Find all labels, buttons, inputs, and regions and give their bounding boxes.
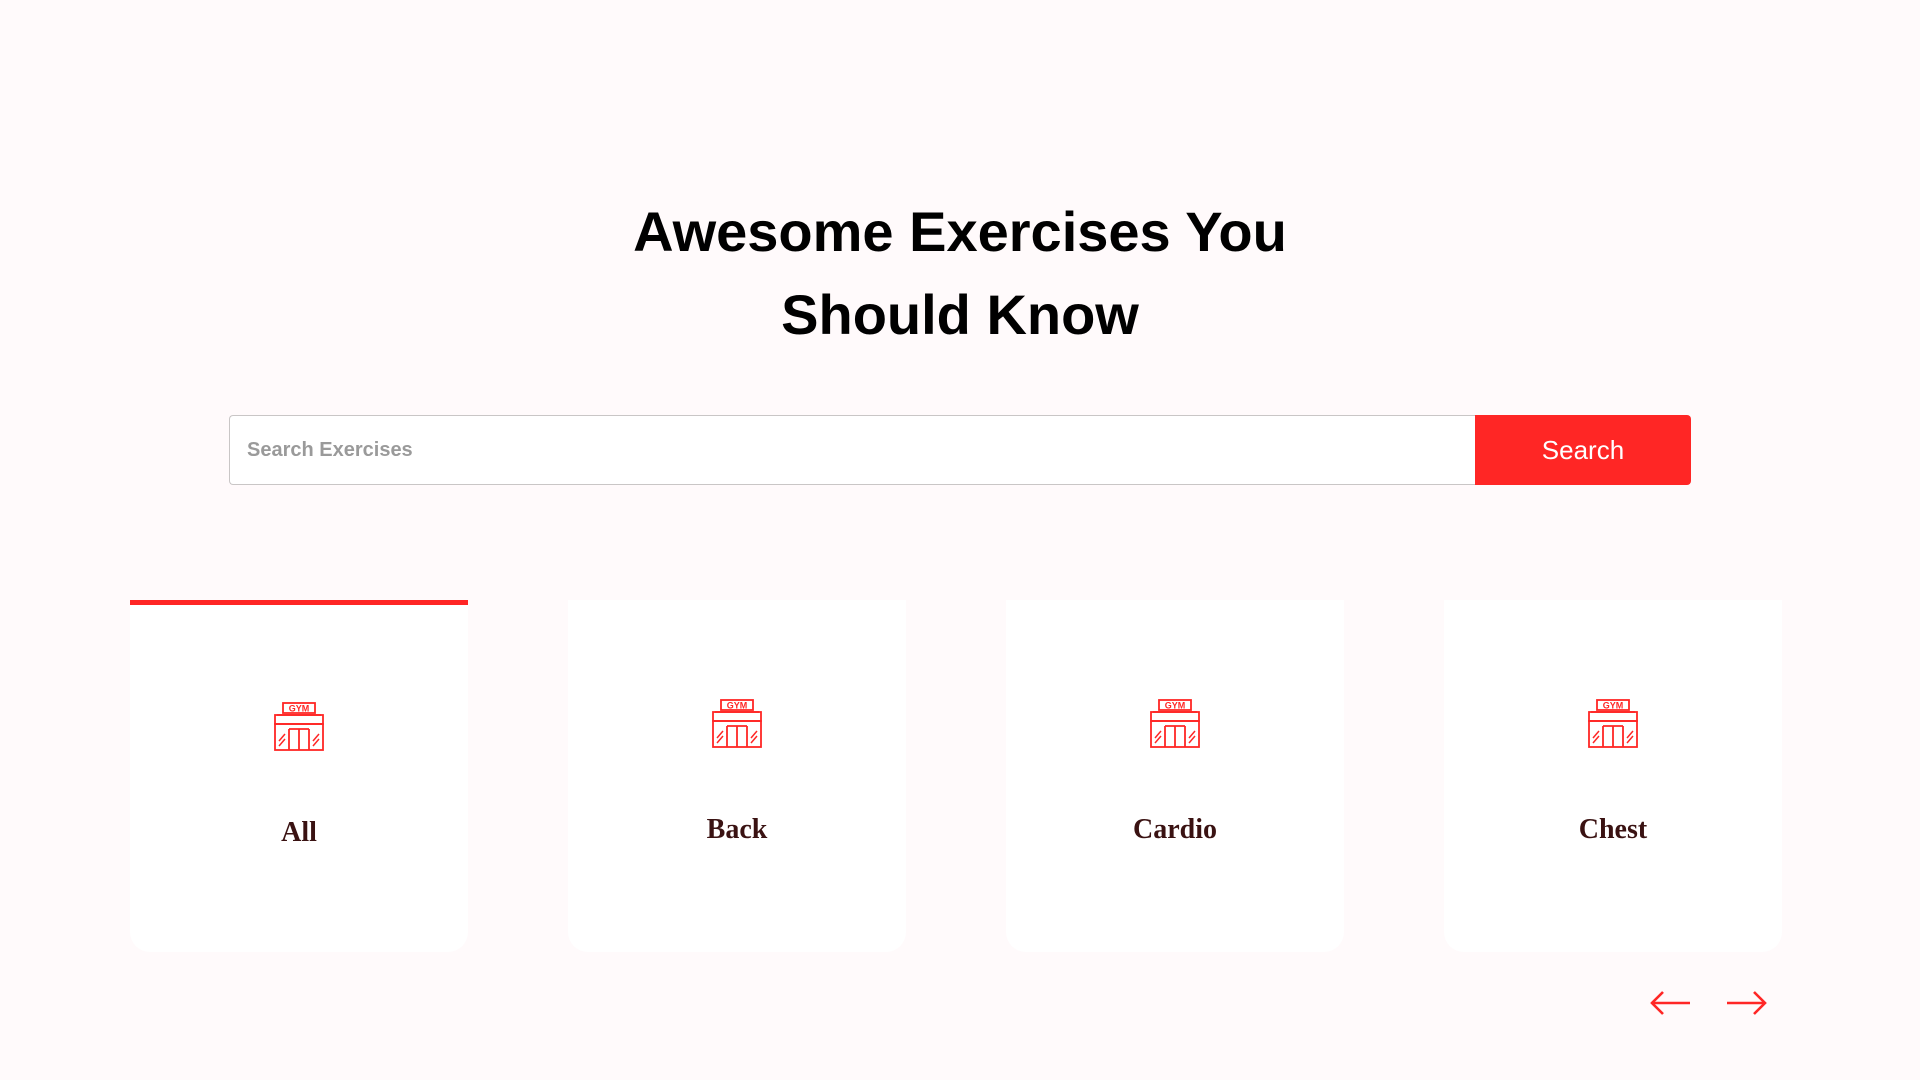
arrow-right-icon[interactable]: [1724, 985, 1768, 1021]
category-carousel: All Back Cardio Chest: [130, 600, 1782, 952]
category-label: All: [281, 817, 317, 848]
page-title-line-1: Awesome Exercises You: [633, 200, 1287, 263]
arrow-left-icon[interactable]: [1649, 985, 1693, 1021]
category-card-all[interactable]: All: [130, 600, 468, 952]
search-button[interactable]: Search: [1475, 415, 1691, 485]
gym-icon: [1588, 699, 1638, 748]
gym-icon: [274, 702, 324, 751]
search-bar: Search: [229, 415, 1691, 485]
category-card-chest[interactable]: Chest: [1444, 600, 1782, 952]
category-label: Back: [706, 814, 768, 845]
gym-icon: [1150, 699, 1200, 748]
category-label: Chest: [1578, 814, 1648, 845]
category-card-back[interactable]: Back: [568, 600, 906, 952]
page-title: Awesome Exercises You Should Know: [0, 190, 1920, 356]
category-card-cardio[interactable]: Cardio: [1006, 600, 1344, 952]
search-input[interactable]: [229, 415, 1475, 485]
gym-icon: [712, 699, 762, 748]
carousel-navigation: [1645, 985, 1775, 1021]
page-title-line-2: Should Know: [781, 283, 1139, 346]
category-label: Cardio: [1133, 814, 1217, 845]
